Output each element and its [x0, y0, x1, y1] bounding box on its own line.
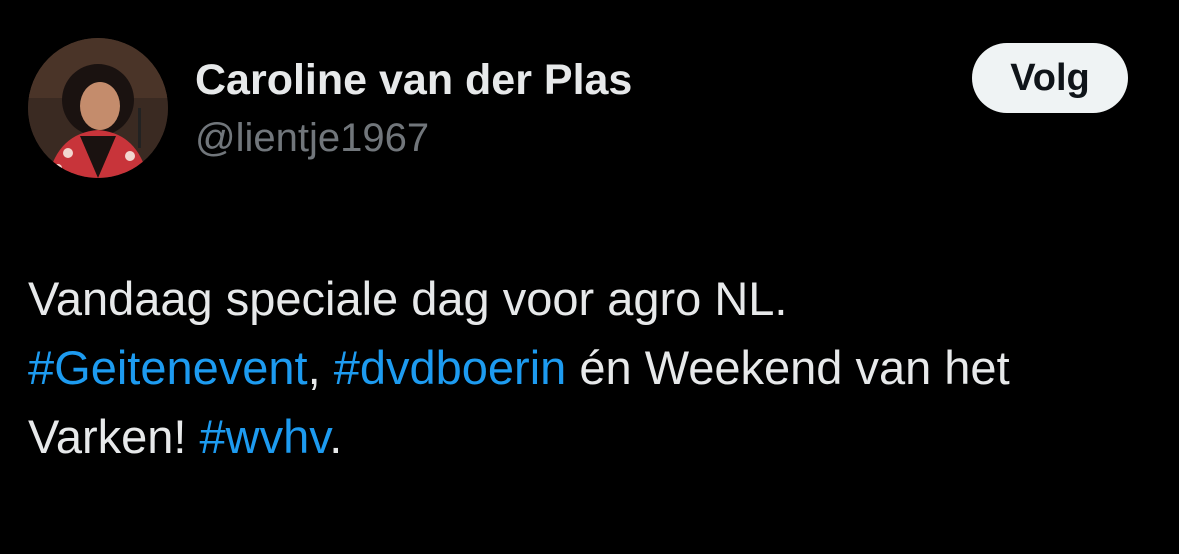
author-name[interactable]: Caroline van der Plas [195, 56, 632, 104]
avatar[interactable] [28, 38, 168, 178]
tweet-end-punctuation: . [329, 410, 343, 463]
hashtag-wvhv[interactable]: #wvhv [200, 410, 330, 463]
follow-button[interactable]: Volg [972, 43, 1128, 113]
hashtag-dvdboerin[interactable]: #dvdboerin [334, 341, 567, 394]
tweet-text: Vandaag speciale dag voor agro NL. #Geit… [28, 264, 1148, 471]
author-handle[interactable]: @lientje1967 [195, 115, 429, 161]
hashtag-geitenevent[interactable]: #Geitenevent [28, 341, 308, 394]
avatar-photo-icon [28, 38, 168, 178]
tweet-card: Caroline van der Plas @lientje1967 Volg … [0, 0, 1179, 554]
tweet-separator: , [307, 341, 334, 394]
tweet-line-1: Vandaag speciale dag voor agro NL. [28, 272, 788, 325]
